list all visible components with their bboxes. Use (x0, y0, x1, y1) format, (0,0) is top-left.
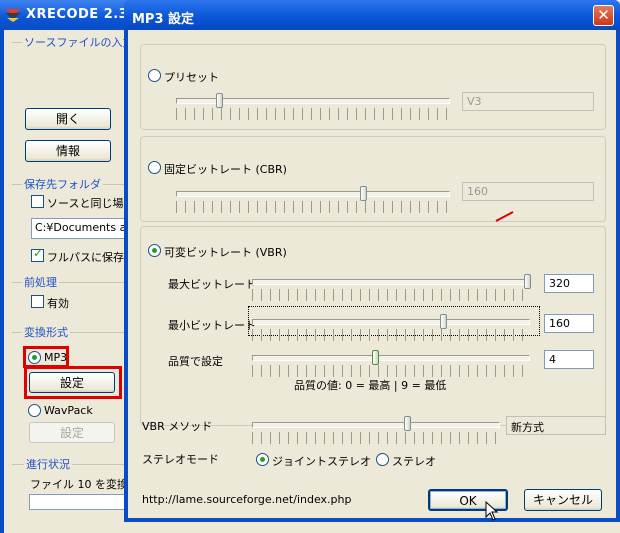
same-as-source-label: ソースと同じ場所 (47, 197, 135, 210)
vbr-method-slider-thumb[interactable] (404, 416, 411, 431)
vbr-method-label: VBR メソッド (142, 420, 213, 433)
preset-radio[interactable] (148, 69, 161, 82)
cbr-slider-thumb[interactable] (360, 186, 367, 201)
min-bitrate-label: 最小ビットレート (168, 319, 256, 332)
quality-slider-ticks (252, 365, 530, 377)
wavpack-settings-button[interactable]: 設定 (29, 422, 115, 443)
preprocess-group-title: 前処理 (22, 274, 59, 290)
mp3-settings-dialog: MP3 設定 ✕ プリセット V3 固定ビットレート (CBR) 160 可変ビ… (124, 0, 620, 522)
same-as-source-checkbox[interactable] (31, 195, 44, 208)
vbr-method-slider-track[interactable] (252, 422, 500, 428)
max-bitrate-slider-thumb[interactable] (524, 274, 531, 289)
format-group-title: 変換形式 (22, 324, 70, 340)
close-icon: ✕ (597, 6, 610, 24)
stereo-mode-label: ステレオモード (142, 453, 219, 466)
cancel-button[interactable]: キャンセル (524, 489, 602, 511)
stereo-radio[interactable] (376, 453, 389, 466)
min-bitrate-slider-thumb[interactable] (440, 314, 447, 329)
preset-slider-thumb[interactable] (216, 93, 223, 108)
red-pen-mark (495, 211, 514, 222)
max-bitrate-slider-ticks (252, 289, 530, 301)
dialog-title: MP3 設定 (132, 12, 195, 27)
max-bitrate-label: 最大ビットレート (168, 278, 256, 291)
output-group-title: 保存先フォルダ (22, 176, 103, 192)
info-button[interactable]: 情報 (25, 140, 111, 162)
main-title-bar: XRECODE 2.38 (0, 0, 140, 30)
enable-preprocess-label: 有効 (47, 297, 69, 310)
lame-link[interactable]: http://lame.sourceforge.net/index.php (142, 493, 351, 506)
vbr-method-value: 新方式 (506, 416, 606, 435)
preset-value-field: V3 (462, 92, 594, 111)
min-bitrate-slider-track[interactable] (252, 319, 530, 325)
check-mark-icon: ✓ (33, 246, 44, 260)
xrecode-logo-icon (5, 9, 21, 22)
main-window-frame (0, 30, 4, 533)
quality-slider-thumb[interactable] (372, 350, 379, 365)
joint-stereo-label: ジョイントステレオ (272, 455, 371, 468)
quality-label: 品質で設定 (168, 355, 223, 368)
joint-stereo-radio[interactable] (256, 453, 269, 466)
quality-value: 4 (544, 350, 594, 369)
quality-slider-track[interactable] (252, 355, 530, 361)
dialog-body: プリセット V3 固定ビットレート (CBR) 160 可変ビットレート (VB… (128, 30, 616, 521)
stereo-label: ステレオ (392, 455, 436, 468)
preset-slider-ticks (176, 108, 450, 120)
progress-status-text: ファイル 10 を変換し (30, 478, 139, 491)
full-path-label: フルパスに保存 (47, 251, 124, 264)
wavpack-radio[interactable] (28, 404, 41, 417)
highlight-mp3-box (23, 346, 69, 368)
vbr-label: 可変ビットレート (VBR) (164, 246, 287, 259)
open-button[interactable]: 開く (25, 108, 111, 130)
min-bitrate-value: 160 (544, 314, 594, 333)
close-button[interactable]: ✕ (593, 5, 614, 26)
cbr-slider-track[interactable] (176, 191, 450, 197)
progress-bar (29, 494, 126, 510)
full-path-checkbox[interactable]: ✓ (31, 246, 44, 262)
highlight-settings-box (24, 366, 122, 399)
mouse-cursor-icon (485, 501, 499, 521)
min-bitrate-slider-ticks (252, 329, 530, 341)
vbr-method-slider-ticks (252, 432, 500, 444)
enable-preprocess-checkbox[interactable] (31, 295, 44, 308)
max-bitrate-slider-track[interactable] (252, 279, 530, 285)
cbr-label: 固定ビットレート (CBR) (164, 163, 287, 176)
output-path-field[interactable]: C:¥Documents ar (31, 218, 127, 239)
cbr-radio[interactable] (148, 161, 161, 174)
vbr-radio[interactable] (148, 244, 161, 257)
dialog-title-bar[interactable]: MP3 設定 ✕ (124, 0, 620, 30)
wavpack-radio-label: WavPack (44, 404, 93, 417)
cbr-value-field: 160 (462, 182, 594, 201)
main-window-title: XRECODE 2.38 (26, 7, 138, 22)
preset-label: プリセット (164, 71, 219, 84)
max-bitrate-value: 320 (544, 274, 594, 293)
source-group-title: ソースファイルの入力 (22, 34, 136, 50)
progress-group-title: 進行状況 (24, 456, 72, 472)
cbr-slider-ticks (176, 201, 450, 213)
quality-note: 品質の値: 0 = 最高 | 9 = 最低 (294, 379, 447, 392)
radio-dot-icon (260, 457, 265, 462)
radio-dot-icon (152, 248, 157, 253)
